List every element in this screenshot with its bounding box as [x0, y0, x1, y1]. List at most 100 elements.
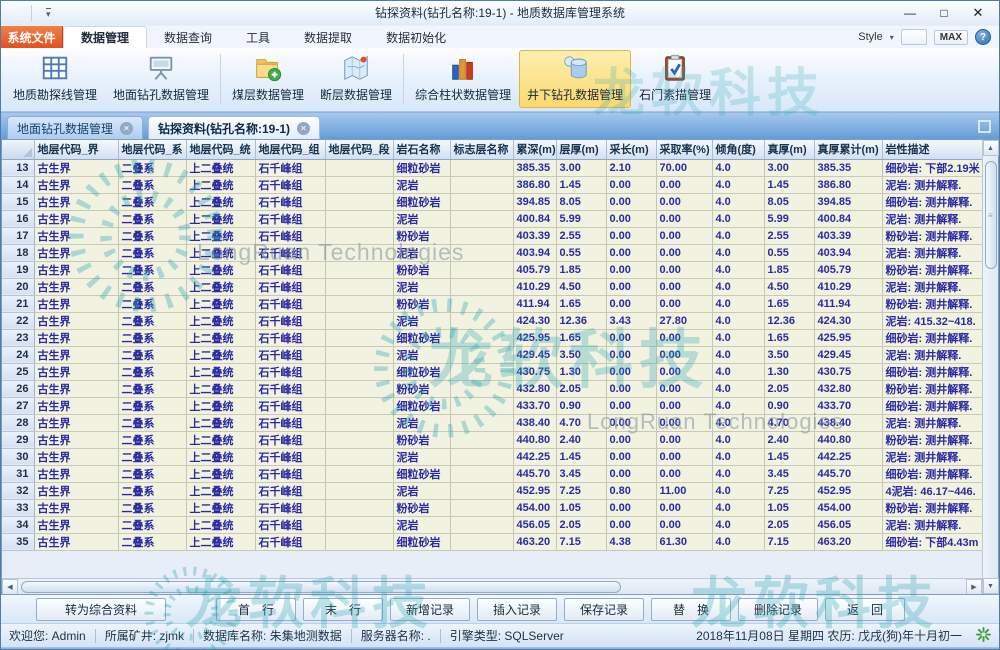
cell-zhenhoulj[interactable]: 433.70 — [814, 397, 882, 414]
cell-caichang[interactable]: 0.00 — [606, 346, 656, 363]
cell-caichang[interactable]: 3.43 — [606, 312, 656, 329]
cell-duan[interactable] — [325, 431, 393, 448]
cell-xi[interactable]: 二叠系 — [118, 244, 186, 261]
cell-zhenhoulj[interactable]: 410.29 — [814, 278, 882, 295]
footer-button[interactable]: 替 换 — [651, 598, 731, 621]
cell-caiqulv[interactable]: 0.00 — [656, 210, 712, 227]
cell-cenghou[interactable]: 2.55 — [556, 227, 606, 244]
cell-zu[interactable]: 石千峰组 — [255, 482, 325, 499]
column-header[interactable]: 地层代码_组 — [255, 140, 325, 159]
cell-zhenhou[interactable]: 2.40 — [764, 431, 814, 448]
cell-rock[interactable]: 细粒砂岩 — [393, 363, 450, 380]
minimize-button[interactable]: — — [893, 1, 927, 25]
cell-xi[interactable]: 二叠系 — [118, 261, 186, 278]
cell-marker[interactable] — [450, 431, 513, 448]
cell-qingjiao[interactable]: 4.0 — [712, 380, 764, 397]
cell-cenghou[interactable]: 3.00 — [556, 159, 606, 176]
cell-caiqulv[interactable]: 0.00 — [656, 380, 712, 397]
cell-cenghou[interactable]: 1.65 — [556, 329, 606, 346]
cell-cenghou[interactable]: 2.40 — [556, 431, 606, 448]
cell-tong[interactable]: 上二叠统 — [186, 448, 255, 465]
cell-zhenhou[interactable]: 5.99 — [764, 210, 814, 227]
cell-caiqulv[interactable]: 0.00 — [656, 278, 712, 295]
tool-button[interactable]: 石门素描管理 — [631, 50, 719, 108]
row-number-cell[interactable]: 33 — [2, 499, 34, 516]
cell-tong[interactable]: 上二叠统 — [186, 499, 255, 516]
document-tab[interactable]: 钻探资料(钻孔名称:19-1)✕ — [148, 116, 320, 139]
cell-cenghou[interactable]: 1.85 — [556, 261, 606, 278]
row-number-cell[interactable]: 21 — [2, 295, 34, 312]
cell-leishen[interactable]: 386.80 — [513, 176, 556, 193]
row-number-cell[interactable]: 16 — [2, 210, 34, 227]
cell-zhenhoulj[interactable]: 463.20 — [814, 533, 882, 550]
cell-jie[interactable]: 古生界 — [34, 312, 118, 329]
horizontal-scroll-thumb[interactable] — [21, 581, 621, 593]
cell-tong[interactable]: 上二叠统 — [186, 159, 255, 176]
style-dropdown[interactable]: Style — [858, 31, 882, 43]
scroll-right-icon[interactable]: ▶ — [966, 579, 982, 595]
cell-qingjiao[interactable]: 4.0 — [712, 295, 764, 312]
column-header[interactable]: 标志层名称 — [450, 140, 513, 159]
ribbon-tab[interactable]: 数据查询 — [147, 26, 229, 48]
cell-cenghou[interactable]: 3.45 — [556, 465, 606, 482]
cell-cenghou[interactable]: 5.99 — [556, 210, 606, 227]
cell-zhenhou[interactable]: 0.90 — [764, 397, 814, 414]
cell-zhenhou[interactable]: 4.70 — [764, 414, 814, 431]
cell-zu[interactable]: 石千峰组 — [255, 193, 325, 210]
cell-zhenhoulj[interactable]: 429.45 — [814, 346, 882, 363]
cell-desc[interactable]: 泥岩: 415.32~418. — [882, 312, 982, 329]
cell-xi[interactable]: 二叠系 — [118, 516, 186, 533]
footer-button[interactable]: 新增记录 — [390, 598, 470, 621]
cell-zu[interactable]: 石千峰组 — [255, 244, 325, 261]
cell-caiqulv[interactable]: 0.00 — [656, 176, 712, 193]
cell-tong[interactable]: 上二叠统 — [186, 380, 255, 397]
cell-rock[interactable]: 粉砂岩 — [393, 431, 450, 448]
tool-button[interactable]: 综合柱状数据管理 — [407, 50, 519, 108]
scroll-left-icon[interactable]: ◀ — [2, 579, 18, 595]
cell-marker[interactable] — [450, 312, 513, 329]
cell-qingjiao[interactable]: 4.0 — [712, 346, 764, 363]
cell-cenghou[interactable]: 0.90 — [556, 397, 606, 414]
scroll-down-icon[interactable]: ▼ — [983, 578, 999, 594]
cell-zhenhoulj[interactable]: 411.94 — [814, 295, 882, 312]
cell-qingjiao[interactable]: 4.0 — [712, 244, 764, 261]
cell-leishen[interactable]: 429.45 — [513, 346, 556, 363]
cell-zu[interactable]: 石千峰组 — [255, 448, 325, 465]
cell-duan[interactable] — [325, 363, 393, 380]
cell-jie[interactable]: 古生界 — [34, 380, 118, 397]
cell-xi[interactable]: 二叠系 — [118, 346, 186, 363]
cell-desc[interactable]: 细砂岩: 测井解释. — [882, 397, 982, 414]
cell-caiqulv[interactable]: 0.00 — [656, 261, 712, 278]
cell-zhenhou[interactable]: 4.50 — [764, 278, 814, 295]
cell-zu[interactable]: 石千峰组 — [255, 431, 325, 448]
cell-duan[interactable] — [325, 448, 393, 465]
cell-qingjiao[interactable]: 4.0 — [712, 193, 764, 210]
cell-leishen[interactable]: 400.84 — [513, 210, 556, 227]
cell-zhenhoulj[interactable]: 403.94 — [814, 244, 882, 261]
cell-xi[interactable]: 二叠系 — [118, 176, 186, 193]
cell-caichang[interactable]: 0.00 — [606, 465, 656, 482]
cell-jie[interactable]: 古生界 — [34, 261, 118, 278]
cell-marker[interactable] — [450, 261, 513, 278]
cell-xi[interactable]: 二叠系 — [118, 448, 186, 465]
cell-caichang[interactable]: 2.10 — [606, 159, 656, 176]
cell-zhenhou[interactable]: 1.30 — [764, 363, 814, 380]
cell-caiqulv[interactable]: 0.00 — [656, 414, 712, 431]
cell-rock[interactable]: 粉砂岩 — [393, 499, 450, 516]
cell-jie[interactable]: 古生界 — [34, 227, 118, 244]
row-number-cell[interactable]: 31 — [2, 465, 34, 482]
cell-desc[interactable]: 4泥岩: 46.17~446. — [882, 482, 982, 499]
cell-xi[interactable]: 二叠系 — [118, 159, 186, 176]
cell-cenghou[interactable]: 2.05 — [556, 516, 606, 533]
max-button[interactable]: MAX — [934, 30, 968, 45]
row-number-cell[interactable]: 18 — [2, 244, 34, 261]
cell-jie[interactable]: 古生界 — [34, 329, 118, 346]
tool-button[interactable]: 地面钻孔数据管理 — [105, 50, 217, 108]
vertical-scroll-thumb[interactable]: ≡ — [985, 161, 997, 269]
cell-desc[interactable]: 泥岩: 测井解释. — [882, 516, 982, 533]
cell-caiqulv[interactable]: 0.00 — [656, 193, 712, 210]
cell-marker[interactable] — [450, 414, 513, 431]
column-header[interactable]: 地层代码_统 — [186, 140, 255, 159]
row-number-cell[interactable]: 22 — [2, 312, 34, 329]
cell-marker[interactable] — [450, 159, 513, 176]
